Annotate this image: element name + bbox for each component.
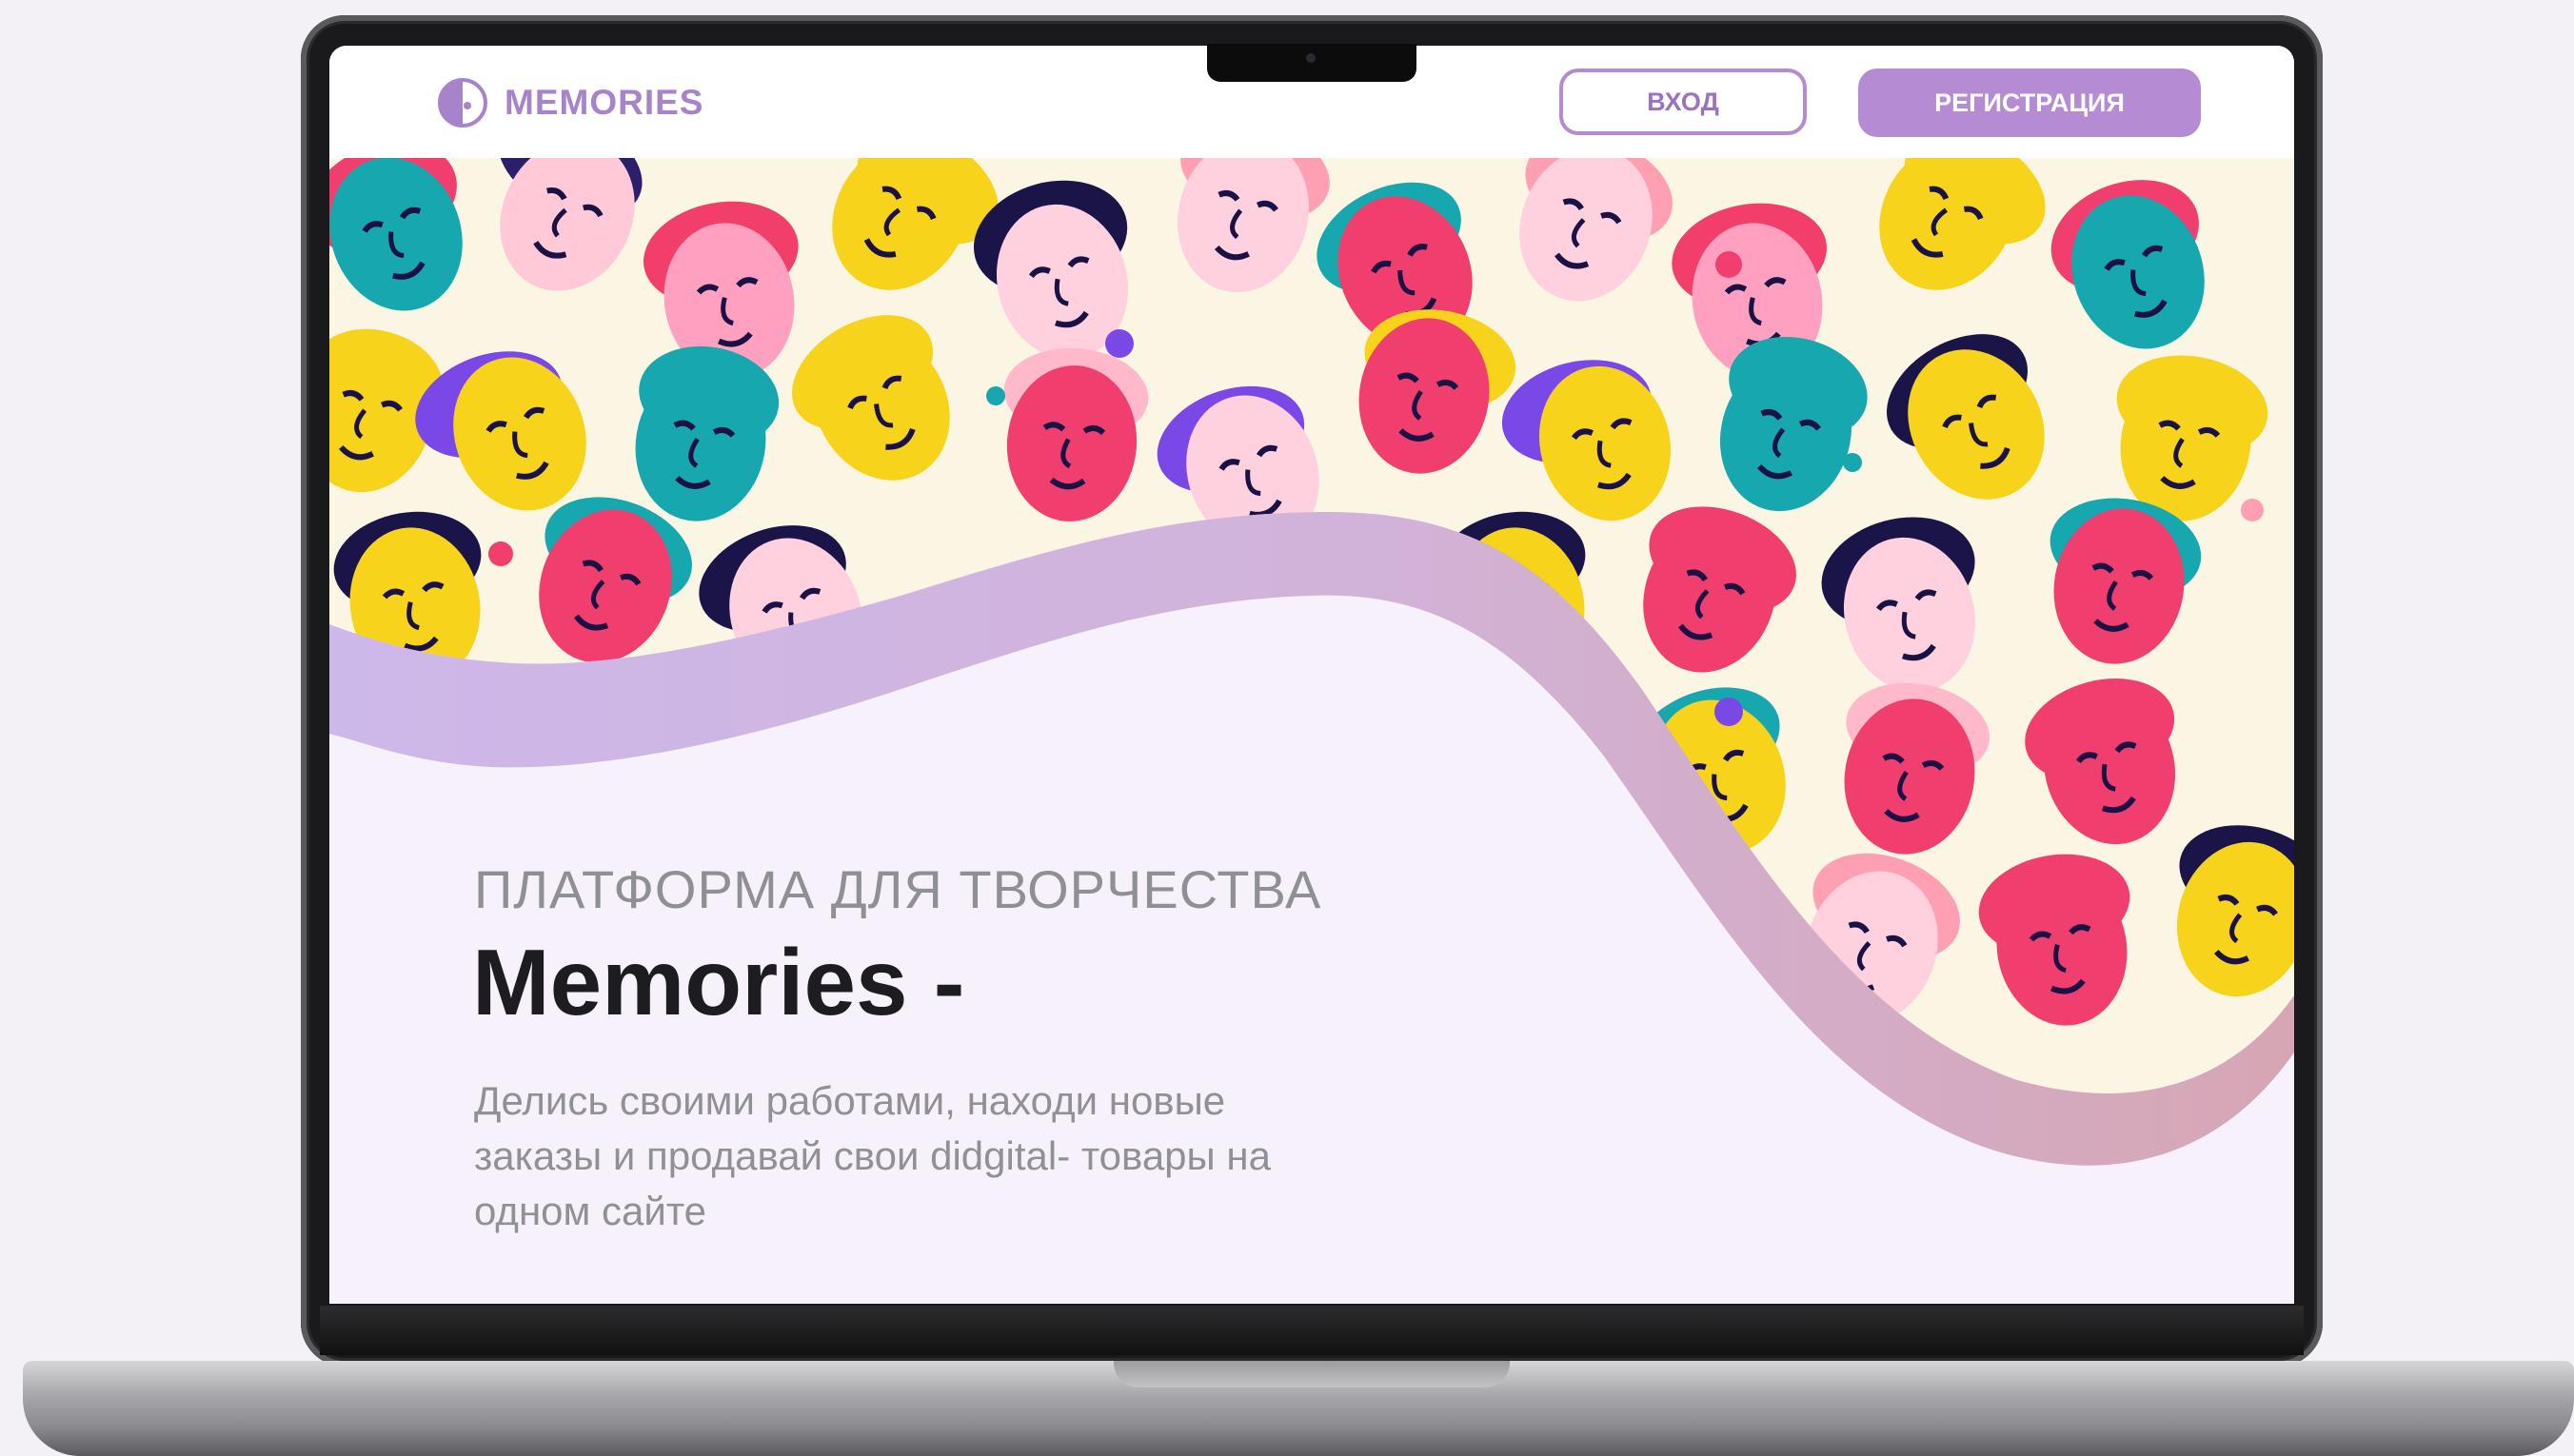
site-logo[interactable]: MEMORIES	[436, 76, 703, 129]
laptop-screen: MEMORIES ВХОД РЕГИСТРАЦИЯ ПЛАТФОРМА ДЛЯ …	[329, 46, 2294, 1304]
memories-logo-icon	[438, 78, 487, 128]
register-button[interactable]: РЕГИСТРАЦИЯ	[1858, 69, 2201, 137]
camera-icon	[1306, 53, 1316, 63]
hero-subtitle: ПЛАТФОРМА ДЛЯ ТВОРЧЕСТВА	[474, 859, 1322, 919]
laptop-opening-lip	[1114, 1361, 1510, 1387]
hero-description: Делись своими работами, находи новые зак…	[474, 1078, 1271, 1233]
screen-notch	[1207, 44, 1416, 82]
laptop-hinge	[320, 1306, 2304, 1355]
logo-text: MEMORIES	[505, 83, 704, 122]
hero-section: ПЛАТФОРМА ДЛЯ ТВОРЧЕСТВА Memories - Дели…	[329, 158, 2294, 1304]
login-button[interactable]: ВХОД	[1559, 69, 1807, 135]
hero-title: Memories -	[472, 930, 965, 1034]
